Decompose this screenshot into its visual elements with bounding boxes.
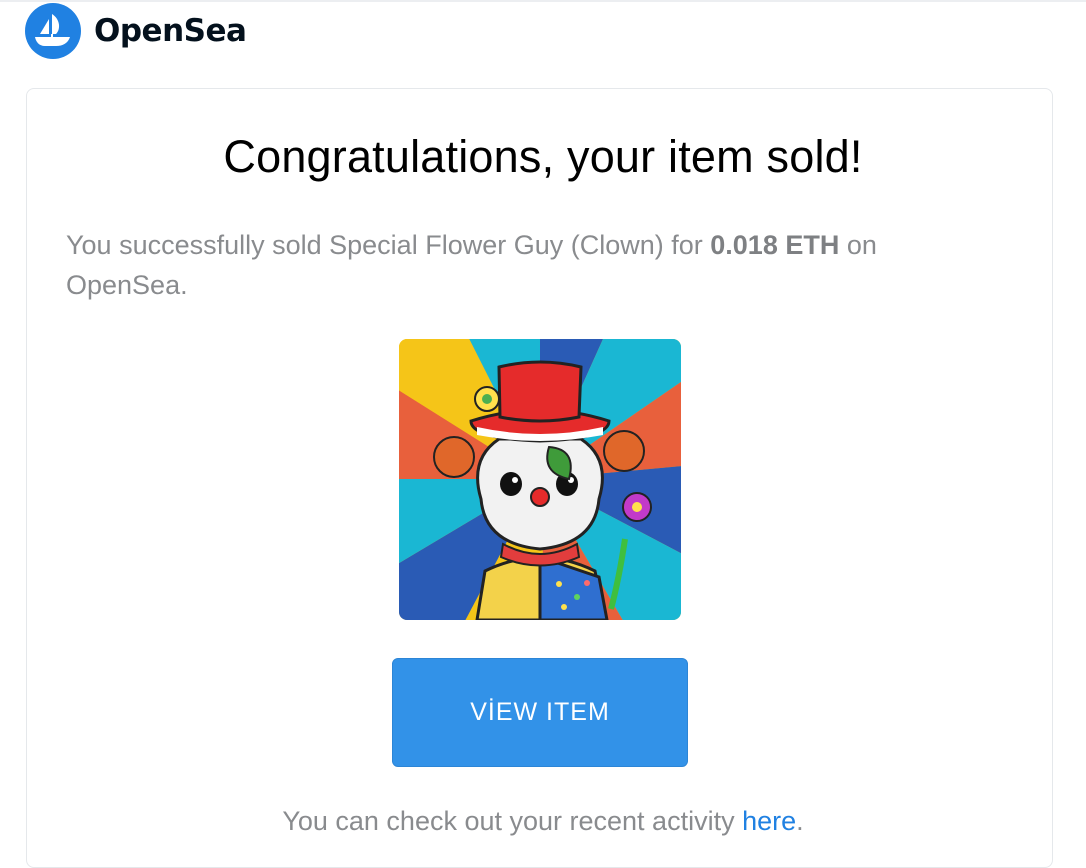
activity-footer: You can check out your recent activity h… (0, 806, 1086, 837)
brand-name: OpenSea (94, 12, 247, 49)
opensea-logo[interactable]: OpenSea (25, 2, 247, 59)
sale-message: You successfully sold Special Flower Guy… (66, 225, 996, 305)
nft-image[interactable] (399, 339, 681, 620)
footer-suffix: . (796, 806, 804, 836)
footer-prefix: You can check out your recent activity (282, 806, 743, 836)
message-prefix: You successfully sold Special Flower Guy… (66, 230, 711, 260)
top-divider (0, 0, 1086, 2)
sale-price: 0.018 ETH (710, 230, 840, 260)
opensea-sailboat-icon (25, 2, 81, 59)
view-item-button[interactable]: VİEW ITEM (392, 658, 688, 767)
page-title: Congratulations, your item sold! (223, 131, 863, 182)
recent-activity-link[interactable]: here (742, 806, 796, 836)
